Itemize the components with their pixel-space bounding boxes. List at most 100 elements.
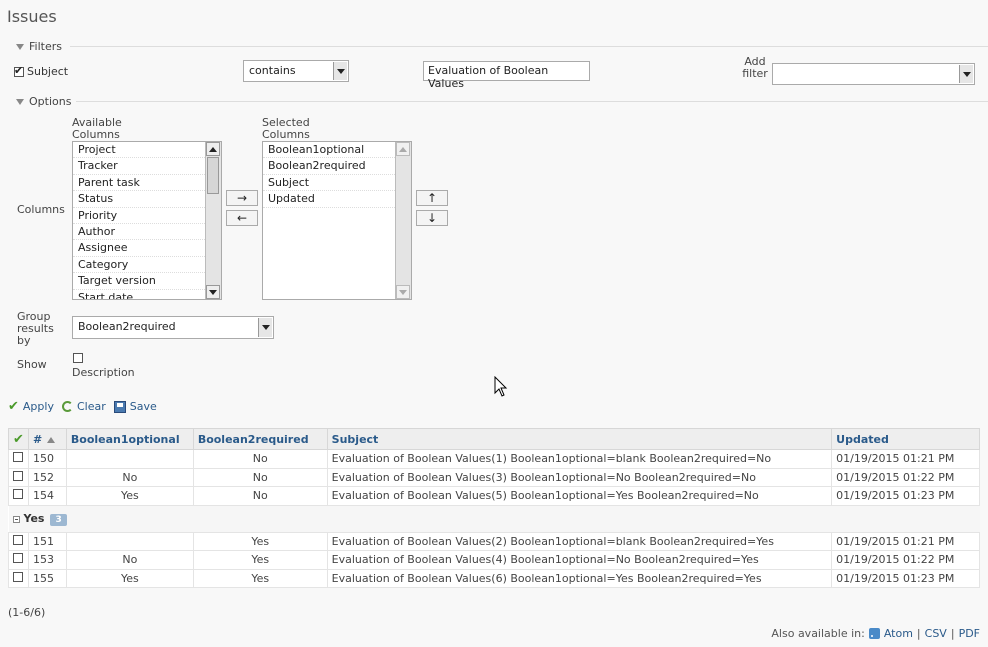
issue-id-cell[interactable]: 155 bbox=[27, 568, 67, 588]
row-select-cell[interactable] bbox=[8, 568, 29, 588]
row-checkbox[interactable] bbox=[13, 534, 24, 545]
row-checkbox[interactable] bbox=[13, 489, 24, 500]
scroll-down-icon[interactable] bbox=[396, 285, 410, 299]
move-up-button[interactable]: ↑ bbox=[416, 190, 448, 206]
list-item[interactable]: Target version bbox=[73, 273, 221, 290]
boolean2-cell: Yes bbox=[192, 531, 328, 551]
boolean2-cell: No bbox=[192, 449, 328, 469]
list-item[interactable]: Start date bbox=[73, 290, 221, 299]
save-link[interactable]: Save bbox=[113, 400, 157, 413]
list-item[interactable]: Tracker bbox=[73, 158, 221, 175]
available-columns-list[interactable]: Project Tracker Parent task Status Priority A… bbox=[72, 141, 222, 300]
scroll-up-icon[interactable] bbox=[206, 142, 220, 156]
select-all-header[interactable]: ✔ bbox=[8, 428, 29, 450]
subject-cell[interactable]: Evaluation of Boolean Values(2) Boolean1… bbox=[326, 531, 833, 551]
subject-filter-checkbox[interactable] bbox=[14, 64, 24, 77]
issue-id-cell[interactable]: 154 bbox=[27, 486, 67, 506]
boolean1-column-header[interactable]: Boolean1optional bbox=[65, 428, 194, 450]
list-item[interactable]: Boolean2required bbox=[263, 158, 411, 175]
list-item[interactable]: Status bbox=[73, 191, 221, 208]
selected-columns-list[interactable]: Boolean1optional Boolean2required Subject U… bbox=[262, 141, 412, 300]
move-right-button[interactable]: → bbox=[226, 190, 258, 206]
options-legend-label: Options bbox=[29, 95, 72, 108]
boolean1-cell: No bbox=[65, 550, 194, 570]
table-row[interactable]: 155 Yes Yes Evaluation of Boolean Values(6)… bbox=[8, 568, 980, 588]
list-item[interactable]: Author bbox=[73, 224, 221, 241]
row-select-cell[interactable] bbox=[8, 531, 29, 551]
row-select-cell[interactable] bbox=[8, 449, 29, 469]
subject-cell[interactable]: Evaluation of Boolean Values(3) Boolean1… bbox=[326, 467, 833, 487]
checkmark-icon: ✔ bbox=[8, 399, 19, 414]
move-down-button[interactable]: ↓ bbox=[416, 210, 448, 226]
apply-link[interactable]: ✔ Apply bbox=[8, 399, 54, 414]
updated-column-header[interactable]: Updated bbox=[831, 428, 980, 450]
page-title: Issues bbox=[7, 7, 57, 26]
boolean2-cell: No bbox=[192, 486, 328, 506]
boolean2-cell: No bbox=[192, 467, 328, 487]
filters-legend[interactable]: Filters bbox=[16, 40, 62, 53]
list-item[interactable]: Parent task bbox=[73, 175, 221, 192]
row-select-cell[interactable] bbox=[8, 486, 29, 506]
csv-link[interactable]: CSV bbox=[925, 627, 947, 640]
subject-column-header[interactable]: Subject bbox=[326, 428, 833, 450]
operator-value: contains bbox=[249, 64, 296, 77]
collapse-group-icon[interactable] bbox=[12, 515, 20, 523]
options-divider bbox=[76, 101, 988, 102]
issue-id-cell[interactable]: 152 bbox=[27, 467, 67, 487]
table-row[interactable]: 153 No Yes Evaluation of Boolean Values(4) … bbox=[8, 550, 980, 570]
boolean2-cell: Yes bbox=[192, 568, 328, 588]
move-left-button[interactable]: ← bbox=[226, 210, 258, 226]
subject-cell[interactable]: Evaluation of Boolean Values(5) Boolean1… bbox=[326, 486, 833, 506]
atom-link[interactable]: Atom bbox=[884, 627, 913, 640]
operator-select[interactable]: contains bbox=[243, 60, 349, 82]
list-item[interactable]: Boolean1optional bbox=[263, 142, 411, 159]
apply-label: Apply bbox=[22, 400, 54, 413]
boolean2-cell: Yes bbox=[192, 550, 328, 570]
add-filter-label: Add filter bbox=[742, 55, 768, 80]
row-select-cell[interactable] bbox=[8, 550, 29, 570]
issue-id-cell[interactable]: 153 bbox=[27, 550, 67, 570]
description-checkbox[interactable] bbox=[73, 353, 83, 363]
issue-id-cell[interactable]: 151 bbox=[27, 531, 67, 551]
list-item[interactable]: Assignee bbox=[73, 240, 221, 257]
sort-ascending-icon bbox=[47, 436, 56, 443]
group-header-row[interactable]: Yes 3 bbox=[8, 504, 980, 533]
table-row[interactable]: 151 Yes Evaluation of Boolean Values(2) Bo… bbox=[8, 531, 980, 551]
subject-cell[interactable]: Evaluation of Boolean Values(1) Boolean1… bbox=[326, 449, 833, 469]
list-item[interactable]: Category bbox=[73, 257, 221, 274]
table-row[interactable]: 150 No Evaluation of Boolean Values(1) Boo… bbox=[8, 449, 980, 469]
subject-cell[interactable]: Evaluation of Boolean Values(6) Boolean1… bbox=[326, 568, 833, 588]
reload-icon bbox=[61, 401, 73, 412]
row-checkbox[interactable] bbox=[13, 470, 24, 481]
issue-id-cell[interactable]: 150 bbox=[27, 449, 67, 469]
options-legend[interactable]: Options bbox=[16, 95, 71, 108]
list-item[interactable]: Priority bbox=[73, 208, 221, 224]
table-row[interactable]: 154 Yes No Evaluation of Boolean Values(5) … bbox=[8, 486, 980, 506]
boolean2-column-header[interactable]: Boolean2required bbox=[192, 428, 328, 450]
query-actions: ✔ Apply Clear Save bbox=[8, 399, 165, 414]
subject-value-input[interactable]: Evaluation of Boolean Values bbox=[423, 61, 590, 90]
clear-link[interactable]: Clear bbox=[61, 400, 106, 413]
table-row[interactable]: 152 No No Evaluation of Boolean Values(3) B… bbox=[8, 467, 980, 487]
list-item[interactable]: Project bbox=[73, 142, 221, 159]
list-item[interactable]: Updated bbox=[263, 191, 411, 208]
row-checkbox[interactable] bbox=[13, 452, 24, 463]
scroll-thumb[interactable] bbox=[207, 157, 219, 194]
updated-cell: 01/19/2015 01:23 PM bbox=[831, 486, 980, 506]
subject-cell[interactable]: Evaluation of Boolean Values(4) Boolean1… bbox=[326, 550, 833, 570]
group-header-cell[interactable]: Yes 3 bbox=[8, 504, 980, 533]
group-by-select[interactable]: Boolean2required bbox=[72, 316, 274, 339]
row-checkbox[interactable] bbox=[13, 571, 24, 582]
mouse-cursor-icon bbox=[494, 376, 508, 397]
pdf-link[interactable]: PDF bbox=[959, 627, 980, 640]
row-checkbox[interactable] bbox=[13, 553, 24, 564]
separator: | bbox=[916, 627, 921, 640]
id-column-header[interactable]: # bbox=[27, 428, 67, 450]
add-filter-select[interactable] bbox=[772, 63, 975, 85]
row-select-cell[interactable] bbox=[8, 467, 29, 487]
scroll-down-icon[interactable] bbox=[206, 285, 220, 299]
scrollbar[interactable] bbox=[395, 142, 411, 299]
scrollbar[interactable] bbox=[205, 142, 221, 299]
list-item[interactable]: Subject bbox=[263, 175, 411, 192]
scroll-up-icon[interactable] bbox=[396, 142, 410, 156]
